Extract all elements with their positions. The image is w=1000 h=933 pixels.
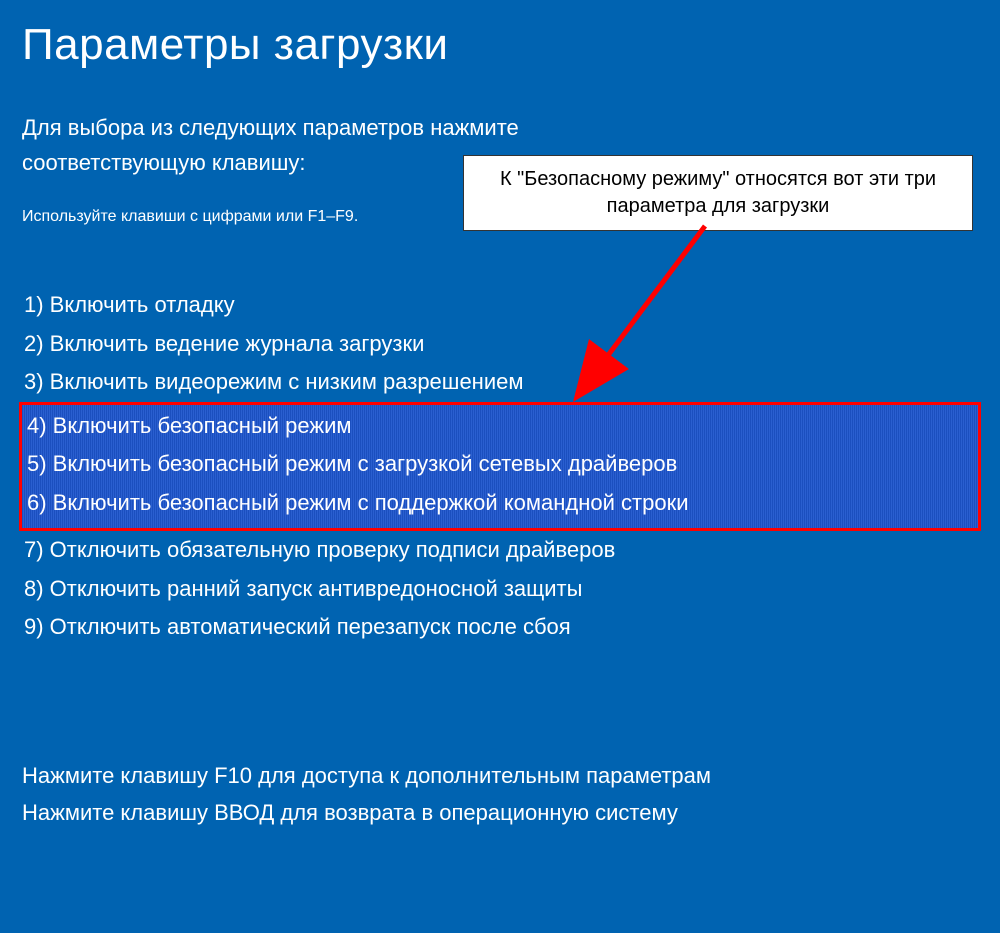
boot-option-1[interactable]: 1) Включить отладку [22, 286, 978, 325]
footer-hint-enter: Нажмите клавишу ВВОД для возврата в опер… [22, 794, 978, 831]
boot-option-6[interactable]: 6) Включить безопасный режим с поддержко… [22, 484, 978, 523]
safe-mode-highlight: 4) Включить безопасный режим 5) Включить… [19, 402, 981, 532]
page-title: Параметры загрузки [22, 20, 978, 70]
annotation-callout: К "Безопасному режиму" относятся вот эти… [463, 155, 973, 231]
boot-option-8[interactable]: 8) Отключить ранний запуск антивредоносн… [22, 570, 978, 609]
footer-hint-f10: Нажмите клавишу F10 для доступа к дополн… [22, 757, 978, 794]
boot-option-7[interactable]: 7) Отключить обязательную проверку подпи… [22, 531, 978, 570]
boot-option-4[interactable]: 4) Включить безопасный режим [22, 407, 978, 446]
boot-option-9[interactable]: 9) Отключить автоматический перезапуск п… [22, 608, 978, 647]
boot-option-5[interactable]: 5) Включить безопасный режим с загрузкой… [22, 445, 978, 484]
boot-options-list: 1) Включить отладку 2) Включить ведение … [22, 286, 978, 647]
boot-option-3[interactable]: 3) Включить видеорежим с низким разрешен… [22, 363, 978, 402]
boot-option-2[interactable]: 2) Включить ведение журнала загрузки [22, 325, 978, 364]
